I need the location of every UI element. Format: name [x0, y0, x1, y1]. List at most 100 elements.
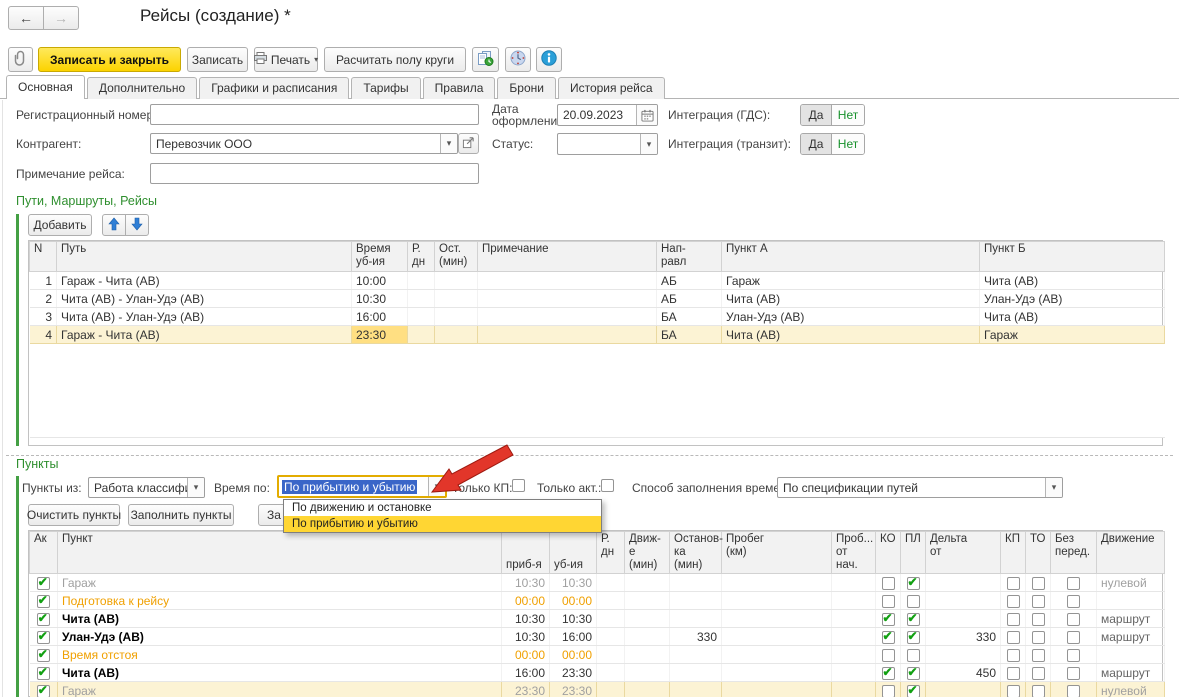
cell-run-start[interactable]: [832, 610, 876, 628]
cell-days[interactable]: [408, 272, 435, 290]
cell-arrival[interactable]: 10:30: [502, 574, 550, 592]
cell-ko[interactable]: [876, 592, 901, 610]
clear-points-button[interactable]: Очистить пункты: [28, 504, 120, 526]
cell-arrival[interactable]: 10:30: [502, 628, 550, 646]
checkbox-icon[interactable]: [882, 595, 895, 608]
cell-move-min[interactable]: [625, 664, 670, 682]
cell-departure[interactable]: 16:00: [550, 628, 597, 646]
cell-days[interactable]: [408, 290, 435, 308]
dropdown-option[interactable]: По движению и остановке: [284, 500, 601, 516]
checkbox-icon[interactable]: [882, 649, 895, 662]
checkbox-checked-icon[interactable]: [907, 631, 920, 644]
cell-move-min[interactable]: [625, 574, 670, 592]
checkbox-icon[interactable]: [1067, 667, 1080, 680]
cell-to[interactable]: [1026, 592, 1051, 610]
cell-delta[interactable]: [926, 574, 1001, 592]
cell-days[interactable]: [597, 610, 625, 628]
checkbox-icon[interactable]: [1067, 595, 1080, 608]
cell-kp[interactable]: [1001, 664, 1026, 682]
cell-pl[interactable]: [901, 646, 926, 664]
cell-point-b[interactable]: Чита (АВ): [980, 272, 1165, 290]
cell-run-km[interactable]: [722, 646, 832, 664]
checkbox-icon[interactable]: [1007, 685, 1020, 697]
cell-point[interactable]: Чита (АВ): [58, 610, 502, 628]
table-row-selected[interactable]: 4 Гараж - Чита (АВ) 23:30 БА Чита (АВ) Г…: [30, 326, 1165, 344]
cell-stop-min[interactable]: 330: [670, 628, 722, 646]
table-row[interactable]: 3 Чита (АВ) - Улан-Удэ (АВ) 16:00 БА Ула…: [30, 308, 1165, 326]
cell-note[interactable]: [478, 290, 657, 308]
tab-tarify[interactable]: Тарифы: [351, 77, 420, 99]
cell-arrival[interactable]: 00:00: [502, 646, 550, 664]
cell-days[interactable]: [597, 682, 625, 697]
cell-stop-min[interactable]: [670, 682, 722, 697]
move-up-button[interactable]: [102, 214, 126, 236]
cell-note[interactable]: [478, 308, 657, 326]
forward-button[interactable]: →: [43, 6, 79, 30]
cell-delta[interactable]: [926, 592, 1001, 610]
cell-bez[interactable]: [1051, 610, 1097, 628]
cell-movement[interactable]: [1097, 592, 1165, 610]
table-row[interactable]: Гараж 10:30 10:30 нулевой: [30, 574, 1165, 592]
cell-active[interactable]: [30, 628, 58, 646]
cell-departure[interactable]: 00:00: [550, 646, 597, 664]
cell-stop[interactable]: [435, 290, 478, 308]
chevron-down-icon[interactable]: ▾: [187, 478, 204, 497]
add-path-button[interactable]: Добавить: [28, 214, 92, 236]
cell-active[interactable]: [30, 646, 58, 664]
cell-ko[interactable]: [876, 646, 901, 664]
cell-to[interactable]: [1026, 646, 1051, 664]
cell-departure[interactable]: 10:30: [550, 610, 597, 628]
cell-movement[interactable]: маршрут: [1097, 664, 1165, 682]
cell-point[interactable]: Чита (АВ): [58, 664, 502, 682]
checkbox-checked-icon[interactable]: [882, 631, 895, 644]
cell-path[interactable]: Гараж - Чита (АВ): [57, 326, 352, 344]
cell-note[interactable]: [478, 326, 657, 344]
cell-move-min[interactable]: [625, 592, 670, 610]
cell-movement[interactable]: нулевой: [1097, 682, 1165, 697]
cell-path[interactable]: Чита (АВ) - Улан-Удэ (АВ): [57, 308, 352, 326]
checkbox-icon[interactable]: [882, 577, 895, 590]
cell-point[interactable]: Подготовка к рейсу: [58, 592, 502, 610]
checkbox-icon[interactable]: [1007, 613, 1020, 626]
cell-point-b[interactable]: Гараж: [980, 326, 1165, 344]
chevron-down-icon[interactable]: ▾: [640, 134, 657, 154]
cell-active[interactable]: [30, 682, 58, 697]
cell-bez[interactable]: [1051, 682, 1097, 697]
contragent-open-button[interactable]: [458, 133, 479, 154]
cell-movement[interactable]: нулевой: [1097, 574, 1165, 592]
cell-bez[interactable]: [1051, 628, 1097, 646]
table-row[interactable]: Чита (АВ) 10:30 10:30 маршрут: [30, 610, 1165, 628]
attach-button[interactable]: [8, 47, 33, 72]
cell-days[interactable]: [597, 664, 625, 682]
checkbox-checked-icon[interactable]: [907, 577, 920, 590]
checkbox-checked-icon[interactable]: [907, 667, 920, 680]
tab-pravila[interactable]: Правила: [423, 77, 496, 99]
transit-yes-button[interactable]: Да: [801, 134, 832, 154]
cell-n[interactable]: 1: [30, 272, 57, 290]
cell-direction[interactable]: БА: [657, 308, 722, 326]
cell-departure[interactable]: 23:30: [550, 664, 597, 682]
tab-broni[interactable]: Брони: [497, 77, 556, 99]
cell-kp[interactable]: [1001, 574, 1026, 592]
cell-kp[interactable]: [1001, 682, 1026, 697]
cell-arrival[interactable]: 23:30: [502, 682, 550, 697]
cell-days[interactable]: [597, 592, 625, 610]
info-button[interactable]: [536, 47, 562, 72]
cell-movement[interactable]: [1097, 646, 1165, 664]
cell-point-a[interactable]: Чита (АВ): [722, 290, 980, 308]
cell-run-km[interactable]: [722, 664, 832, 682]
cell-active[interactable]: [30, 574, 58, 592]
cell-kp[interactable]: [1001, 646, 1026, 664]
cell-run-km[interactable]: [722, 574, 832, 592]
report-schedule-button[interactable]: [472, 47, 499, 72]
checkbox-checked-icon[interactable]: [37, 577, 50, 590]
checkbox-checked-icon[interactable]: [37, 595, 50, 608]
cell-run-km[interactable]: [722, 592, 832, 610]
cell-ko[interactable]: [876, 628, 901, 646]
checkbox-icon[interactable]: [1007, 595, 1020, 608]
cell-point-a[interactable]: Чита (АВ): [722, 326, 980, 344]
checkbox-icon[interactable]: [1007, 667, 1020, 680]
cell-stop-min[interactable]: [670, 646, 722, 664]
cell-to[interactable]: [1026, 574, 1051, 592]
cell-ko[interactable]: [876, 682, 901, 697]
